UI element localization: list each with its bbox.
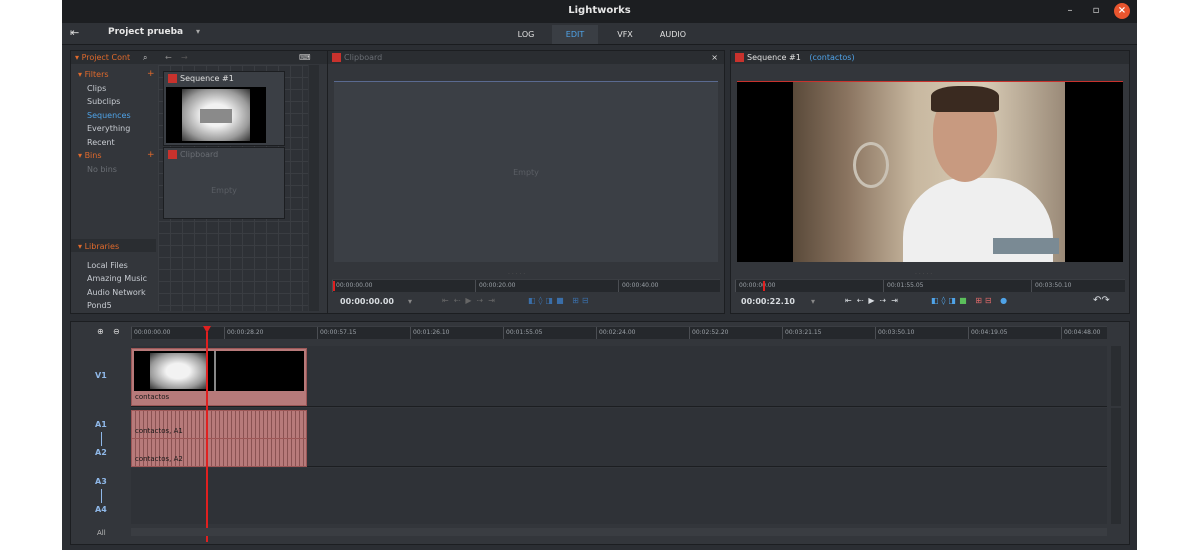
add-filter-icon[interactable]: +	[147, 69, 155, 79]
filter-sequences[interactable]: Sequences	[87, 111, 131, 120]
filters-section[interactable]: ▾ Filters	[78, 70, 109, 79]
clipboard-timecode[interactable]: 00:00:00.00	[340, 297, 394, 306]
search-icon[interactable]: ⌕	[143, 51, 147, 64]
libraries-section[interactable]: ▾ Libraries	[78, 242, 119, 251]
timeline-ruler[interactable]: 00:00:00.00 00:00:28.20 00:00:57.15 00:0…	[131, 326, 1107, 339]
sequence-timecode[interactable]: 00:00:22.10	[741, 297, 795, 306]
track-a3a4-lane[interactable]	[131, 468, 1107, 524]
no-bins-label: No bins	[87, 165, 117, 174]
clipboard-playhead[interactable]	[333, 281, 335, 291]
filter-everything[interactable]: Everything	[87, 124, 130, 133]
sequence-ruler[interactable]: 00:00:00.00 00:01:55.05 00:03:50.10	[735, 279, 1125, 292]
sequence-viewer: Sequence #1 (contactos) · · · · · 00:00:…	[730, 50, 1130, 314]
keyboard-icon[interactable]: ⌨	[299, 51, 311, 64]
library-local-files[interactable]: Local Files	[87, 261, 128, 270]
clipboard-viewer-header: Clipboard ×	[328, 51, 724, 64]
timeline-playhead[interactable]	[206, 332, 208, 542]
sequence-viewer-title: Sequence #1	[747, 53, 801, 62]
all-tracks-button[interactable]: All	[97, 529, 106, 537]
video-frame	[737, 81, 1123, 262]
clipboard-timecode-dropdown[interactable]: ▾	[408, 297, 412, 306]
track-scrollbar-audio[interactable]	[1111, 408, 1121, 524]
video-clip-label: contactos	[135, 393, 170, 401]
zoom-in-icon[interactable]: ⊕	[97, 327, 104, 336]
maximize-icon[interactable]: ▫	[1088, 3, 1104, 19]
clipboard-viewer-title: Clipboard	[344, 53, 383, 62]
back-icon[interactable]: ←	[165, 51, 172, 64]
audio-clip-a1[interactable]: contactos, A1	[131, 410, 307, 439]
audio-clip-a1-label: contactos, A1	[135, 427, 183, 435]
timeline-hscrollbar[interactable]	[131, 528, 1107, 536]
clipboard-ruler[interactable]: 00:00:00.00 00:00:20.00 00:00:40.00	[332, 279, 720, 292]
bins-section[interactable]: ▾ Bins	[78, 151, 102, 160]
library-audio-network[interactable]: Audio Network	[87, 288, 146, 297]
tab-edit[interactable]: EDIT	[552, 25, 598, 44]
project-name[interactable]: Project prueba	[108, 27, 183, 37]
sequence-transport-controls[interactable]: ⇤⇠▶⇢⇥	[845, 296, 903, 305]
video-image	[793, 82, 1065, 262]
sequence-viewer-subtitle: (contactos)	[809, 53, 855, 62]
bin-scrollbar[interactable]	[309, 65, 319, 311]
audio-clip-a2[interactable]: contactos, A2	[131, 438, 307, 467]
track-label-v1[interactable]: V1	[95, 371, 107, 380]
chevron-down-icon[interactable]: ▾	[196, 27, 200, 36]
clipboard-tile-empty: Empty	[211, 186, 237, 195]
close-icon[interactable]: ×	[1114, 3, 1130, 19]
clipboard-screen: Empty	[334, 81, 718, 262]
app-window: Lightworks – ▫ × ⇤ Project prueba ▾ LOG …	[62, 0, 1137, 550]
track-label-a1[interactable]: A1	[95, 420, 107, 429]
minimize-icon[interactable]: –	[1062, 3, 1078, 19]
library-amazing-music[interactable]: Amazing Music	[87, 274, 147, 283]
track-label-a2[interactable]: A2	[95, 448, 107, 457]
forward-icon[interactable]: →	[181, 51, 188, 64]
sequence-tile-title: Sequence #1	[180, 74, 234, 83]
project-panel: ▾ Project Cont ⌕ ← → ⌨ ▾ Filters + Clips…	[70, 50, 328, 314]
clipboard-transport-controls[interactable]: ⇤⇠▶⇢⇥	[442, 296, 500, 305]
track-scrollbar-v1[interactable]	[1111, 346, 1121, 406]
clipboard-empty: Empty	[513, 168, 539, 177]
clipboard-mark-controls[interactable]: ◧◊◨■ ⊞⊟	[528, 296, 592, 305]
filter-clips[interactable]: Clips	[87, 84, 106, 93]
track-label-a4[interactable]: A4	[95, 505, 107, 514]
library-pond5[interactable]: Pond5	[87, 301, 112, 310]
track-label-a3[interactable]: A3	[95, 477, 107, 486]
exit-icon[interactable]: ⇤	[70, 26, 79, 39]
audio-clip-a2-label: contactos, A2	[135, 455, 183, 463]
clipboard-tile[interactable]: Clipboard Empty	[163, 147, 285, 219]
window-title: Lightworks	[568, 5, 631, 16]
tab-audio[interactable]: AUDIO	[652, 25, 694, 44]
sequence-thumbnail	[166, 87, 266, 143]
close-viewer-icon[interactable]: ×	[711, 51, 718, 64]
project-panel-title: Project Cont	[81, 53, 131, 62]
menu-bar: ⇤ Project prueba ▾ LOG EDIT VFX AUDIO	[62, 23, 1137, 45]
tab-log[interactable]: LOG	[508, 25, 544, 44]
filter-subclips[interactable]: Subclips	[87, 97, 120, 106]
undo-redo-icon[interactable]: ↶↷	[1093, 295, 1110, 306]
project-panel-header: ▾ Project Cont ⌕ ← → ⌨	[71, 51, 327, 64]
clipboard-tile-title: Clipboard	[180, 150, 219, 159]
sequence-tile[interactable]: Sequence #1	[163, 71, 285, 146]
clipboard-viewer: Clipboard × Empty · · · · · 00:00:00.00 …	[327, 50, 725, 314]
video-clip[interactable]: contactos	[131, 348, 307, 406]
timeline-panel: ⊕ ⊖ 00:00:00.00 00:00:28.20 00:00:57.15 …	[70, 321, 1130, 545]
sequence-viewer-header: Sequence #1 (contactos)	[731, 51, 1129, 64]
sequence-mark-controls[interactable]: ◧◊◨■ ⊞⊟ ●	[931, 296, 1010, 305]
sequence-playhead[interactable]	[763, 281, 765, 291]
title-bar: Lightworks – ▫ ×	[62, 0, 1137, 23]
tab-vfx[interactable]: VFX	[607, 25, 643, 44]
sequence-timecode-dropdown[interactable]: ▾	[811, 297, 815, 306]
add-bin-icon[interactable]: +	[147, 150, 155, 160]
filter-recent[interactable]: Recent	[87, 138, 115, 147]
zoom-out-icon[interactable]: ⊖	[113, 327, 120, 336]
